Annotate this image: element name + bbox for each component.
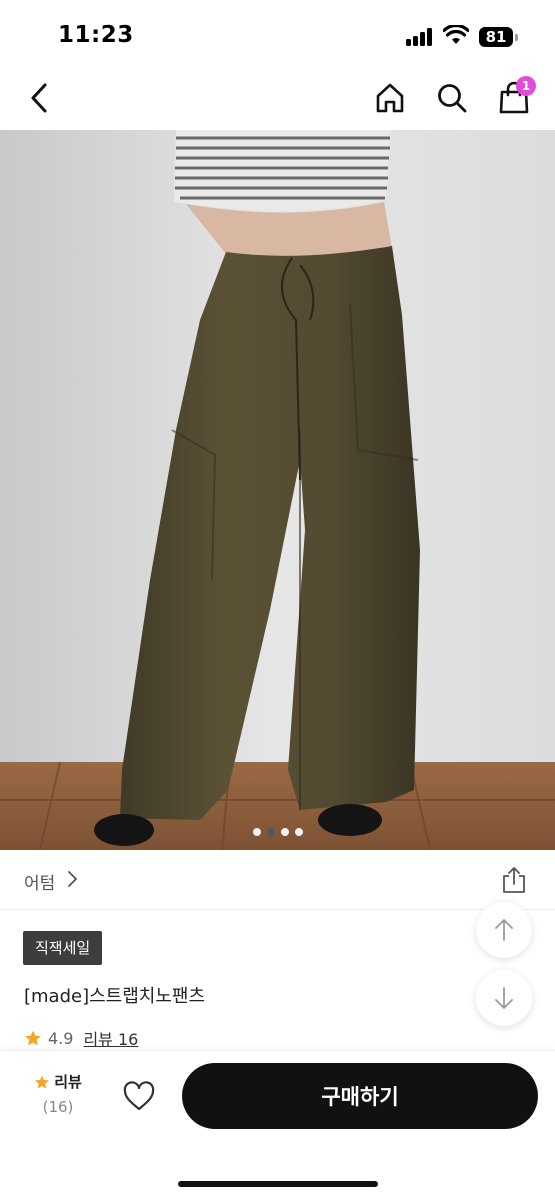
battery-icon: 81 [479, 27, 519, 47]
home-icon [376, 83, 404, 113]
review-count-link[interactable]: 리뷰 16 [83, 1026, 138, 1050]
sale-badge: 직잭세일 [23, 931, 103, 965]
rating-value: 4.9 [48, 1028, 74, 1048]
product-photo [0, 130, 555, 850]
carousel-dot [252, 828, 261, 836]
review-count: (16) [42, 1098, 74, 1116]
review-summary-button[interactable]: 리뷰 (16) [28, 1071, 88, 1116]
rating-row: 4.9 리뷰 16 [24, 1027, 138, 1049]
home-indicator [178, 1181, 378, 1187]
review-label: 리뷰 [54, 1073, 82, 1091]
brand-link[interactable]: 어텀 [24, 869, 55, 894]
arrow-up-icon [495, 919, 513, 941]
star-icon [25, 1030, 41, 1046]
wifi-icon [443, 25, 469, 44]
product-image-carousel[interactable] [0, 130, 555, 850]
scroll-down-button[interactable] [476, 970, 532, 1026]
search-button[interactable] [432, 78, 472, 118]
back-button[interactable] [20, 78, 60, 118]
carousel-indicator [0, 828, 555, 836]
chevron-right-icon [68, 871, 77, 887]
carousel-dot [280, 828, 289, 836]
share-icon[interactable] [500, 866, 528, 894]
brand-row: 어텀 [0, 850, 555, 910]
cart-button[interactable]: 1 [494, 76, 536, 118]
bottom-action-bar: 리뷰 (16) 구매하기 [0, 1050, 555, 1200]
nav-bar: 1 [0, 66, 555, 130]
scroll-up-button[interactable] [476, 902, 532, 958]
status-bar: 11:23 81 [0, 0, 555, 66]
cart-count-badge: 1 [516, 76, 536, 96]
arrow-down-icon [495, 987, 513, 1009]
cellular-signal-icon [406, 28, 434, 46]
status-time: 11:23 [58, 22, 134, 48]
home-button[interactable] [370, 78, 410, 118]
buy-button[interactable]: 구매하기 [182, 1063, 538, 1129]
battery-level: 81 [479, 27, 513, 47]
search-icon [438, 84, 467, 113]
carousel-dot [294, 828, 303, 836]
back-icon [31, 83, 47, 113]
carousel-dot-active [266, 828, 275, 836]
heart-icon[interactable] [122, 1081, 156, 1113]
star-icon [35, 1074, 50, 1089]
product-title: [made]스트랩치노팬츠 [24, 986, 206, 1007]
